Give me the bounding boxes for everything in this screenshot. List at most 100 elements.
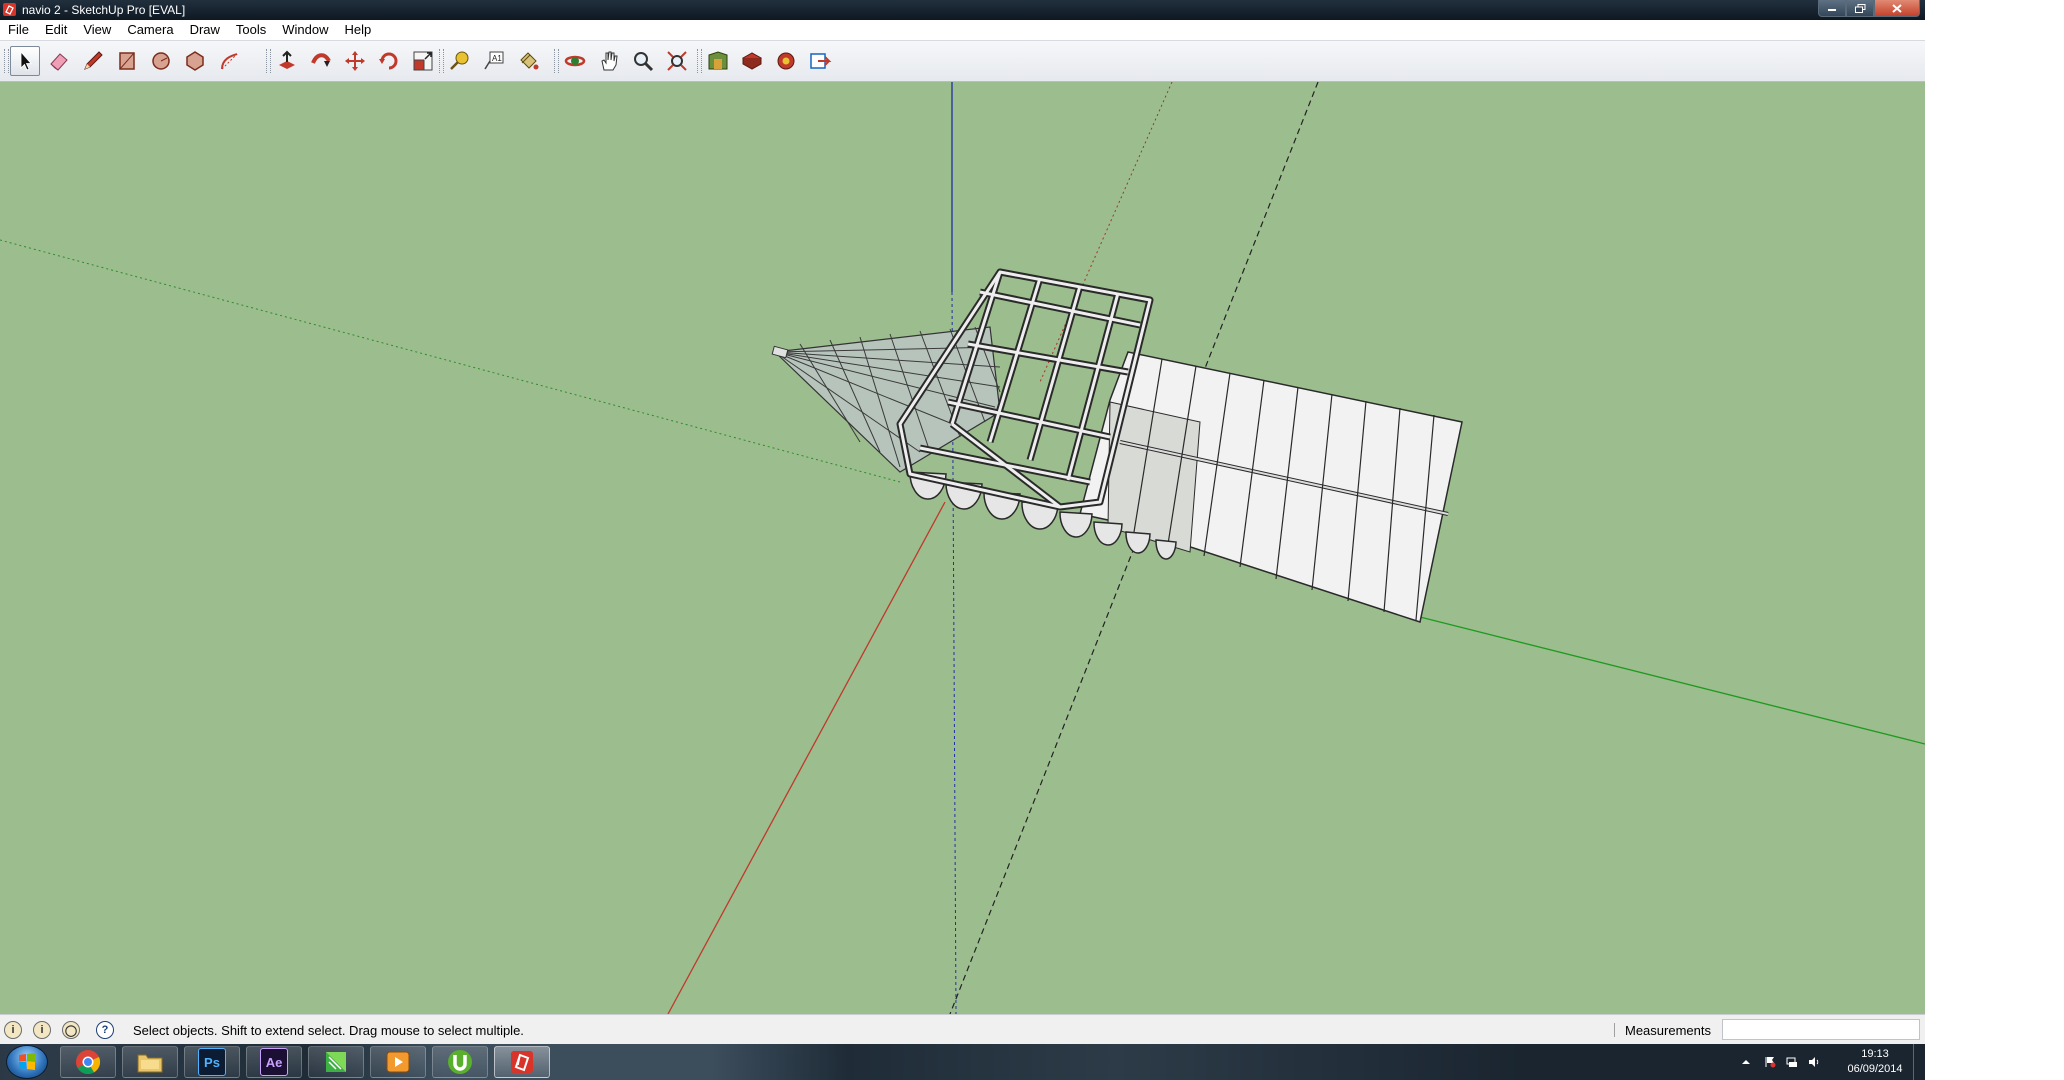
menu-view[interactable]: View (75, 20, 119, 40)
layout-icon (810, 53, 832, 69)
eraser-tool-button[interactable] (44, 46, 74, 76)
follow-me-tool-button[interactable] (306, 46, 336, 76)
polygon-tool-button[interactable] (180, 46, 210, 76)
model-viewport[interactable] (0, 82, 1925, 1014)
toolbar-group-draw (4, 45, 248, 77)
menu-window[interactable]: Window (274, 20, 336, 40)
extension-warehouse-icon (777, 52, 795, 70)
zoom-extents-icon (667, 51, 687, 71)
menu-bar: File Edit View Camera Draw Tools Window … (0, 20, 1925, 41)
volume-icon[interactable] (1808, 1056, 1820, 1068)
push-pull-icon (279, 50, 295, 69)
taskbar-sketchup[interactable] (494, 1046, 550, 1078)
chrome-icon (76, 1050, 101, 1075)
close-button[interactable] (1874, 0, 1920, 17)
scale-tool-button[interactable] (408, 46, 438, 76)
clock[interactable]: 19:13 06/09/2014 (1840, 1047, 1910, 1077)
taskbar-photoshop[interactable]: Ps (184, 1046, 240, 1078)
network-icon[interactable] (1786, 1056, 1798, 1068)
minimize-button[interactable] (1818, 0, 1846, 17)
photoshop-icon: Ps (198, 1048, 226, 1076)
sketchup-icon (511, 1051, 533, 1073)
warehouse-button[interactable] (703, 46, 733, 76)
rectangle-icon (119, 52, 135, 70)
help-icon[interactable]: ? (96, 1021, 114, 1039)
orbit-tool-button[interactable] (560, 46, 590, 76)
zoom-extents-tool-button[interactable] (662, 46, 692, 76)
follow-me-icon (311, 53, 331, 67)
status-bar: i i ◯ ? Select objects. Shift to extend … (0, 1014, 1925, 1045)
move-tool-button[interactable] (340, 46, 370, 76)
zoom-icon (634, 52, 654, 72)
close-icon (1892, 3, 1902, 13)
arc-tool-button[interactable] (214, 46, 244, 76)
menu-file[interactable]: File (0, 20, 37, 40)
text-icon: A1 (484, 51, 504, 70)
circle-tool-button[interactable] (146, 46, 176, 76)
taskbar-green-app[interactable] (308, 1046, 364, 1078)
tape-measure-icon (450, 51, 469, 70)
after-effects-icon: Ae (260, 1048, 288, 1076)
select-icon (20, 50, 32, 71)
geo-location-icon[interactable]: i (4, 1021, 22, 1039)
red-axis-positive (667, 501, 946, 1014)
pencil-tool-button[interactable] (78, 46, 108, 76)
menu-camera[interactable]: Camera (119, 20, 181, 40)
start-button[interactable] (6, 1045, 48, 1079)
toolbar: A1 (0, 41, 1925, 82)
menu-edit[interactable]: Edit (37, 20, 75, 40)
rectangle-tool-button[interactable] (112, 46, 142, 76)
text-tool-button[interactable]: A1 (479, 46, 509, 76)
measurements-input[interactable] (1722, 1019, 1920, 1040)
paint-bucket-icon (520, 52, 539, 70)
taskbar-media-player[interactable] (370, 1046, 426, 1078)
paint-bucket-tool-button[interactable] (513, 46, 543, 76)
push-pull-tool-button[interactable] (272, 46, 302, 76)
select-tool-button[interactable] (10, 46, 40, 76)
pan-tool-button[interactable] (594, 46, 624, 76)
menu-tools[interactable]: Tools (228, 20, 274, 40)
maximize-button[interactable] (1846, 0, 1874, 17)
sketchup-window: navio 2 - SketchUp Pro [EVAL] File Edit … (0, 0, 1925, 1080)
toolbar-group-camera (554, 45, 696, 77)
sketchup-app-icon (3, 3, 16, 16)
tape-measure-tool-button[interactable] (445, 46, 475, 76)
menu-help[interactable]: Help (337, 20, 380, 40)
menu-draw[interactable]: Draw (182, 20, 228, 40)
taskbar-after-effects[interactable]: Ae (246, 1046, 302, 1078)
utorrent-icon (448, 1050, 472, 1074)
action-center-flag-icon[interactable] (1764, 1056, 1776, 1068)
orbit-icon (564, 55, 586, 67)
taskbar-chrome[interactable] (60, 1046, 116, 1078)
green-axis-negative (0, 239, 901, 483)
layout-button[interactable] (805, 46, 835, 76)
zoom-tool-button[interactable] (628, 46, 658, 76)
rotate-icon (379, 52, 398, 70)
model-canvas (0, 82, 1925, 1014)
show-desktop-button[interactable] (1913, 1044, 1925, 1080)
move-icon (345, 51, 365, 71)
polygon-icon (186, 51, 204, 71)
pan-icon (601, 51, 618, 71)
clock-time: 19:13 (1861, 1048, 1889, 1060)
file-explorer-icon (137, 1054, 163, 1073)
warehouse-icon (708, 51, 728, 70)
minimize-icon (1828, 9, 1836, 11)
maximize-icon (1854, 3, 1865, 13)
tray-expand-icon[interactable] (1740, 1056, 1752, 1068)
clock-date: 06/09/2014 (1847, 1063, 1903, 1075)
share-model-icon (741, 52, 763, 70)
rotate-tool-button[interactable] (374, 46, 404, 76)
sign-in-icon[interactable]: ◯ (62, 1021, 80, 1039)
scale-icon (413, 51, 433, 71)
taskbar-utorrent[interactable] (432, 1046, 488, 1078)
taskbar-file-explorer[interactable] (122, 1046, 178, 1078)
circle-icon (152, 52, 170, 70)
arc-icon (221, 53, 238, 70)
status-message: Select objects. Shift to extend select. … (133, 1023, 524, 1038)
credits-icon[interactable]: i (33, 1021, 51, 1039)
svg-text:A1: A1 (492, 54, 502, 63)
windows-taskbar: Ps Ae 19:13 06/09/2014 (0, 1044, 1925, 1080)
extension-warehouse-button[interactable] (771, 46, 801, 76)
share-model-button[interactable] (737, 46, 767, 76)
